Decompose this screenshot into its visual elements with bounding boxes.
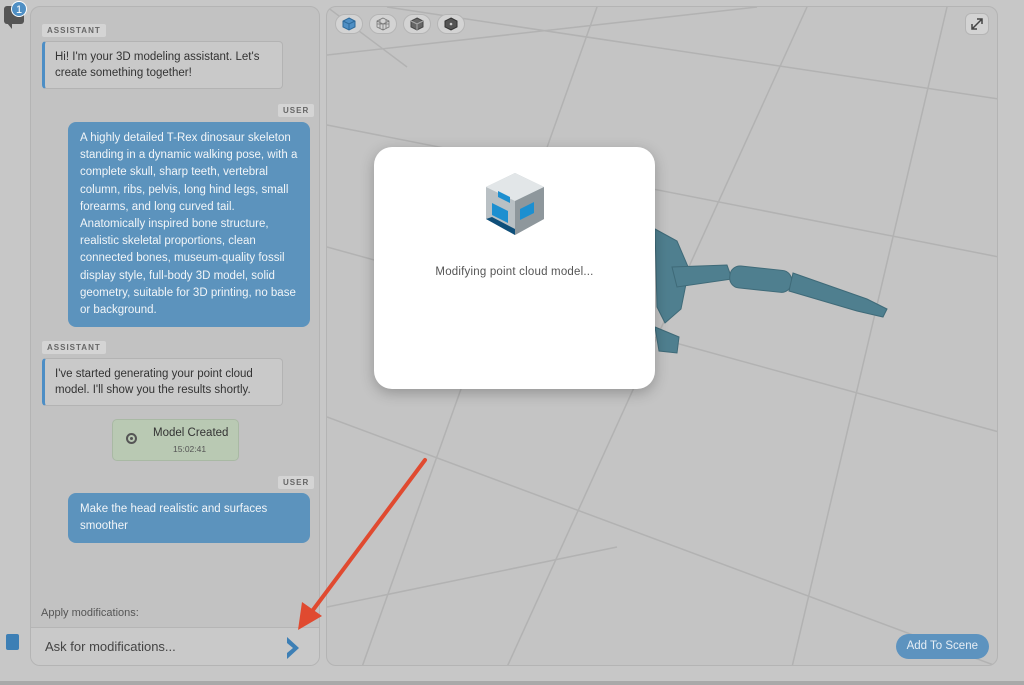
status-timestamp: 15:02:41 — [173, 444, 207, 454]
role-label-user: USER — [278, 104, 315, 117]
fullscreen-button[interactable] — [965, 13, 989, 35]
view-mode-toolbar — [335, 14, 465, 34]
assistant-message: Hi! I'm your 3D modeling assistant. Let'… — [42, 41, 283, 89]
loading-message: Modifying point cloud model... — [435, 266, 594, 278]
send-button[interactable] — [281, 634, 307, 662]
chevron-right-icon — [287, 637, 299, 659]
wireframe-view-button[interactable] — [369, 14, 397, 34]
cube-logo-icon — [486, 173, 544, 235]
input-row — [31, 627, 319, 665]
shaded-cube-icon — [410, 17, 424, 31]
shaded-view-button[interactable] — [403, 14, 431, 34]
add-to-scene-button[interactable]: Add To Scene — [895, 634, 989, 659]
model-created-card[interactable]: Model Created 15:02:41 — [112, 419, 239, 461]
chat-panel: ASSISTANT Hi! I'm your 3D modeling assis… — [30, 6, 320, 666]
target-icon — [126, 433, 137, 444]
bottom-scrollbar — [0, 681, 1024, 685]
user-message: Make the head realistic and surfaces smo… — [68, 493, 310, 544]
role-label-user: USER — [278, 476, 315, 489]
point-view-button[interactable] — [437, 14, 465, 34]
point-cube-icon — [444, 17, 458, 31]
role-label-assistant: ASSISTANT — [42, 24, 106, 37]
expand-icon — [971, 18, 983, 30]
assistant-message: I've started generating your point cloud… — [42, 358, 283, 406]
solid-view-button[interactable] — [335, 14, 363, 34]
notification-badge: 1 — [11, 1, 27, 17]
user-message: A highly detailed T-Rex dinosaur skeleto… — [68, 122, 310, 328]
role-label-assistant: ASSISTANT — [42, 341, 106, 354]
loading-modal: Modifying point cloud model... — [374, 147, 655, 389]
wireframe-cube-icon — [376, 17, 390, 31]
solid-cube-icon — [342, 17, 356, 31]
modification-input[interactable] — [45, 639, 275, 654]
apply-modifications-label: Apply modifications: — [41, 607, 139, 619]
book-icon[interactable] — [6, 634, 19, 650]
status-title: Model Created — [153, 427, 229, 439]
